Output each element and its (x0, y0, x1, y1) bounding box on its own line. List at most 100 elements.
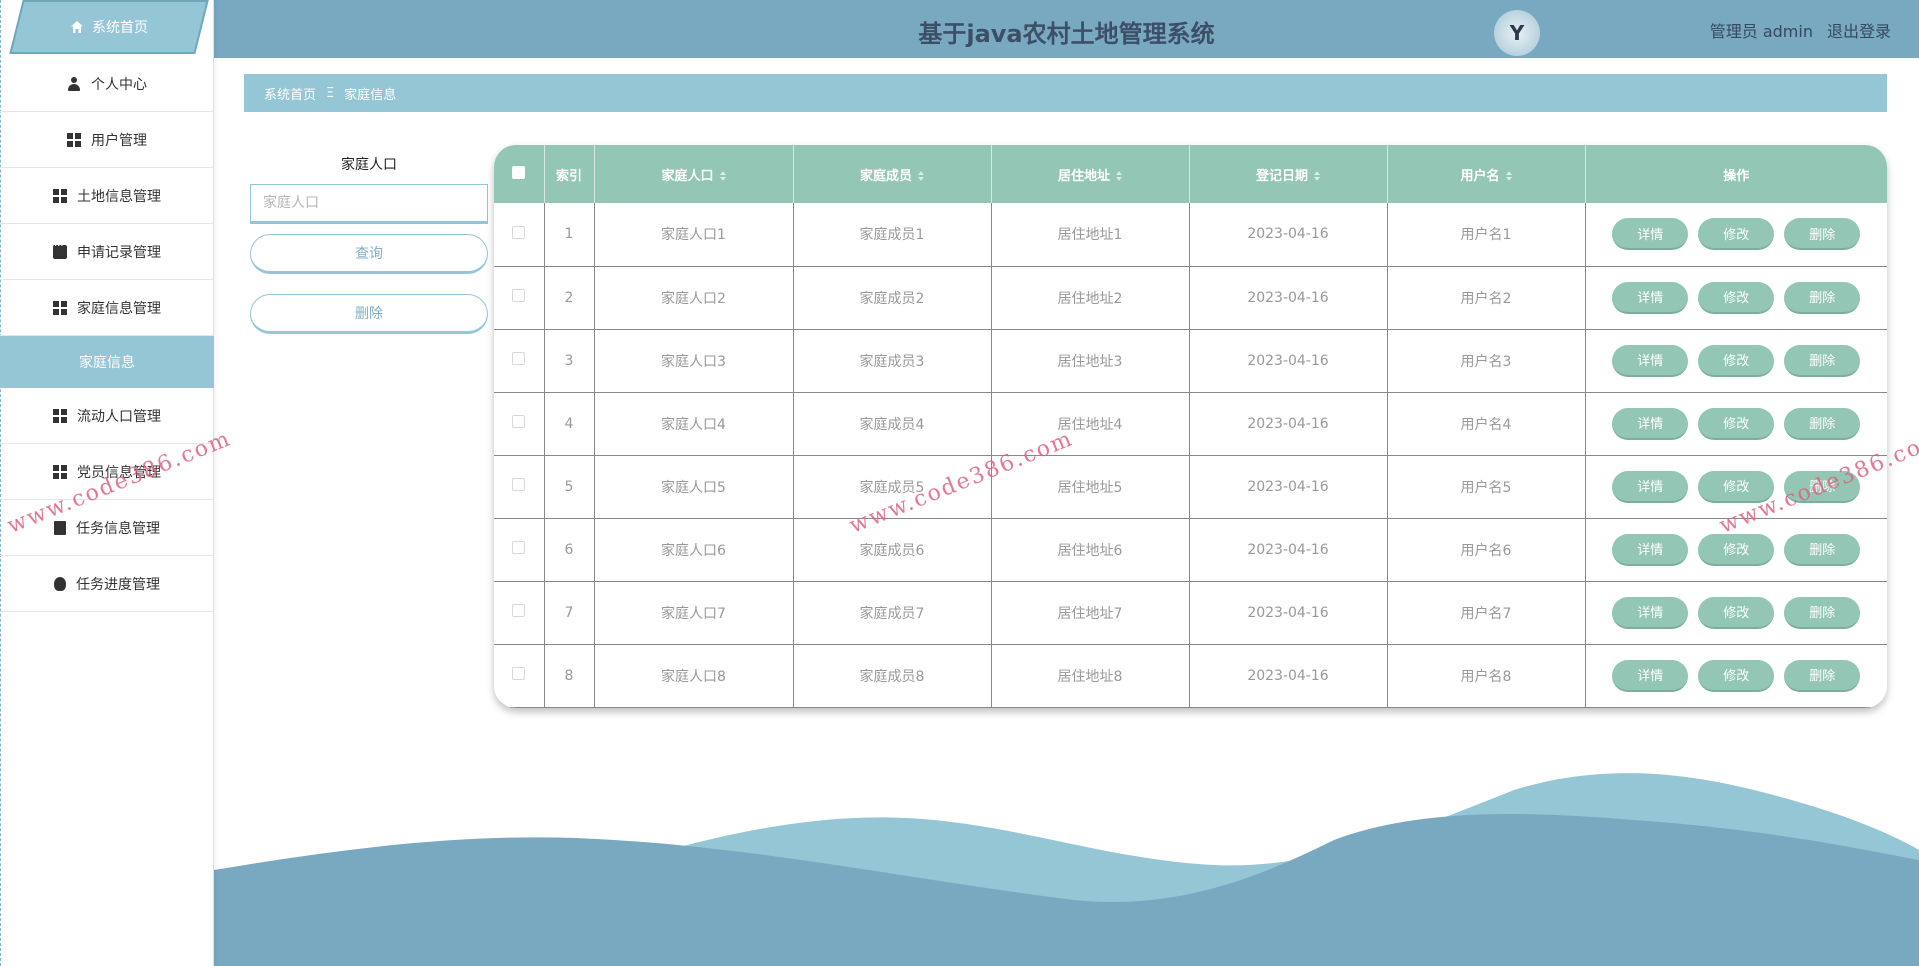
cell-username: 用户名6 (1387, 518, 1586, 582)
cell-population: 家庭人口7 (594, 581, 794, 645)
cell-actions: 详情 修改 删除 (1585, 266, 1887, 330)
sidebar-item-label: 土地信息管理 (77, 188, 161, 205)
sidebar-item-label: 任务信息管理 (76, 520, 160, 537)
row-checkbox[interactable] (512, 541, 526, 554)
row-checkbox[interactable] (512, 225, 526, 239)
row-select-cell (494, 203, 545, 267)
select-all-checkbox[interactable] (512, 165, 526, 179)
edit-button[interactable]: 修改 (1698, 596, 1775, 629)
delete-button[interactable]: 删除 (1784, 218, 1861, 251)
detail-button[interactable]: 详情 (1612, 281, 1689, 314)
edit-button[interactable]: 修改 (1698, 659, 1775, 692)
grid-icon (53, 464, 67, 479)
cell-actions: 详情 修改 删除 (1585, 329, 1887, 393)
breadcrumb: 系统首页 Ξ 家庭信息 (244, 74, 1887, 112)
table-row: 1 家庭人口1 家庭成员1 居住地址1 2023-04-16 用户名1 详情 修改 删除 (494, 203, 1887, 267)
clipboard-icon (54, 520, 66, 535)
sidebar-item-0[interactable]: 个人中心 (0, 56, 214, 112)
delete-button[interactable]: 删除 (1784, 659, 1861, 692)
detail-button[interactable]: 详情 (1612, 218, 1689, 251)
row-checkbox[interactable] (512, 289, 526, 302)
sidebar-item-1[interactable]: 用户管理 (0, 112, 214, 168)
table-row: 7 家庭人口7 家庭成员7 居住地址7 2023-04-16 用户名7 详情 修改 删除 (494, 581, 1888, 645)
search-input[interactable] (250, 184, 488, 224)
logout-link[interactable]: 退出登录 (1827, 18, 1891, 42)
cell-address: 居住地址3 (991, 329, 1190, 393)
edit-button[interactable]: 修改 (1698, 533, 1775, 566)
sidebar-item-2[interactable]: 土地信息管理 (0, 168, 214, 224)
row-actions: 详情 修改 删除 (1586, 407, 1888, 440)
column-header-actions: 操作 (1723, 168, 1750, 184)
cell-members: 家庭成员1 (793, 203, 992, 267)
column-header-index: 索引 (544, 145, 595, 203)
delete-button[interactable]: 删除 (1784, 344, 1861, 377)
detail-button[interactable]: 详情 (1612, 344, 1689, 377)
sidebar-item-9[interactable]: 任务进度管理 (0, 556, 214, 612)
detail-button[interactable]: 详情 (1612, 533, 1689, 566)
batch-delete-button[interactable]: 删除 (250, 294, 488, 334)
cell-index: 8 (544, 644, 595, 708)
cell-date: 2023-04-16 (1189, 518, 1388, 582)
wave-decoration (214, 773, 1919, 966)
cell-members: 家庭成员7 (793, 581, 992, 645)
column-header-address[interactable]: 居住地址 (991, 145, 1190, 203)
delete-button[interactable]: 删除 (1784, 281, 1861, 314)
column-header-members[interactable]: 家庭成员 (793, 145, 992, 203)
row-checkbox[interactable] (512, 667, 526, 680)
breadcrumb-separator-icon: Ξ (326, 85, 335, 101)
bulb-icon (54, 576, 66, 591)
edit-button[interactable]: 修改 (1698, 344, 1775, 377)
cell-population: 家庭人口2 (594, 266, 794, 330)
sort-icon[interactable] (1314, 171, 1320, 181)
sidebar-item-4[interactable]: 家庭信息管理 (0, 280, 214, 336)
cell-index: 4 (544, 392, 595, 456)
select-all-cell (494, 145, 545, 203)
logo-mark: Y (1509, 21, 1525, 45)
sort-icon[interactable] (1116, 171, 1122, 181)
row-checkbox[interactable] (512, 352, 526, 365)
edit-button[interactable]: 修改 (1698, 281, 1775, 314)
query-button[interactable]: 查询 (250, 234, 488, 274)
detail-button[interactable]: 详情 (1612, 470, 1689, 503)
data-table: 索引 家庭人口 家庭成员 居住地址 登记日期 用户名 操作 1 家庭人口1 家庭成员… (494, 145, 1887, 708)
cell-address: 居住地址1 (991, 203, 1190, 267)
sidebar-item-home[interactable]: 系统首页 (9, 0, 209, 54)
sort-icon[interactable] (1505, 171, 1512, 181)
grid-icon (53, 300, 67, 315)
cell-population: 家庭人口6 (594, 518, 794, 582)
row-checkbox[interactable] (512, 604, 526, 617)
row-checkbox[interactable] (512, 478, 526, 491)
row-select-cell (494, 266, 545, 330)
edit-button[interactable]: 修改 (1698, 407, 1775, 440)
grid-icon (67, 132, 81, 147)
edit-button[interactable]: 修改 (1698, 218, 1775, 251)
column-header-population[interactable]: 家庭人口 (594, 145, 794, 203)
breadcrumb-home[interactable]: 系统首页 (264, 84, 316, 103)
row-checkbox[interactable] (512, 415, 526, 428)
row-actions: 详情 修改 删除 (1586, 596, 1888, 629)
sidebar-item-5[interactable]: 家庭信息 (0, 336, 214, 388)
cell-index: 1 (544, 203, 595, 267)
sidebar-item-3[interactable]: 申请记录管理 (0, 224, 214, 280)
delete-button[interactable]: 删除 (1784, 407, 1861, 440)
user-icon (67, 76, 81, 91)
search-label: 家庭人口 (341, 157, 397, 173)
delete-button[interactable]: 删除 (1784, 596, 1861, 629)
table-row: 2 家庭人口2 家庭成员2 居住地址2 2023-04-16 用户名2 详情 修改 删除 (494, 266, 1887, 330)
sidebar-item-6[interactable]: 流动人口管理 (0, 388, 214, 444)
column-header-username[interactable]: 用户名 (1387, 145, 1586, 203)
detail-button[interactable]: 详情 (1612, 659, 1689, 692)
sort-icon[interactable] (719, 171, 726, 181)
delete-button[interactable]: 删除 (1784, 533, 1861, 566)
detail-button[interactable]: 详情 (1612, 407, 1689, 440)
detail-button[interactable]: 详情 (1612, 596, 1689, 629)
cell-date: 2023-04-16 (1189, 329, 1388, 393)
row-select-cell (494, 392, 545, 456)
table-row: 5 家庭人口5 家庭成员5 居住地址5 2023-04-16 用户名5 详情 修改 删除 (494, 455, 1887, 519)
cell-members: 家庭成员3 (793, 329, 992, 393)
row-select-cell (494, 329, 545, 393)
table-row: 6 家庭人口6 家庭成员6 居住地址6 2023-04-16 用户名6 详情 修改 删除 (494, 518, 1887, 582)
column-header-date[interactable]: 登记日期 (1189, 145, 1388, 203)
sort-icon[interactable] (918, 171, 924, 181)
row-select-cell (494, 644, 545, 708)
